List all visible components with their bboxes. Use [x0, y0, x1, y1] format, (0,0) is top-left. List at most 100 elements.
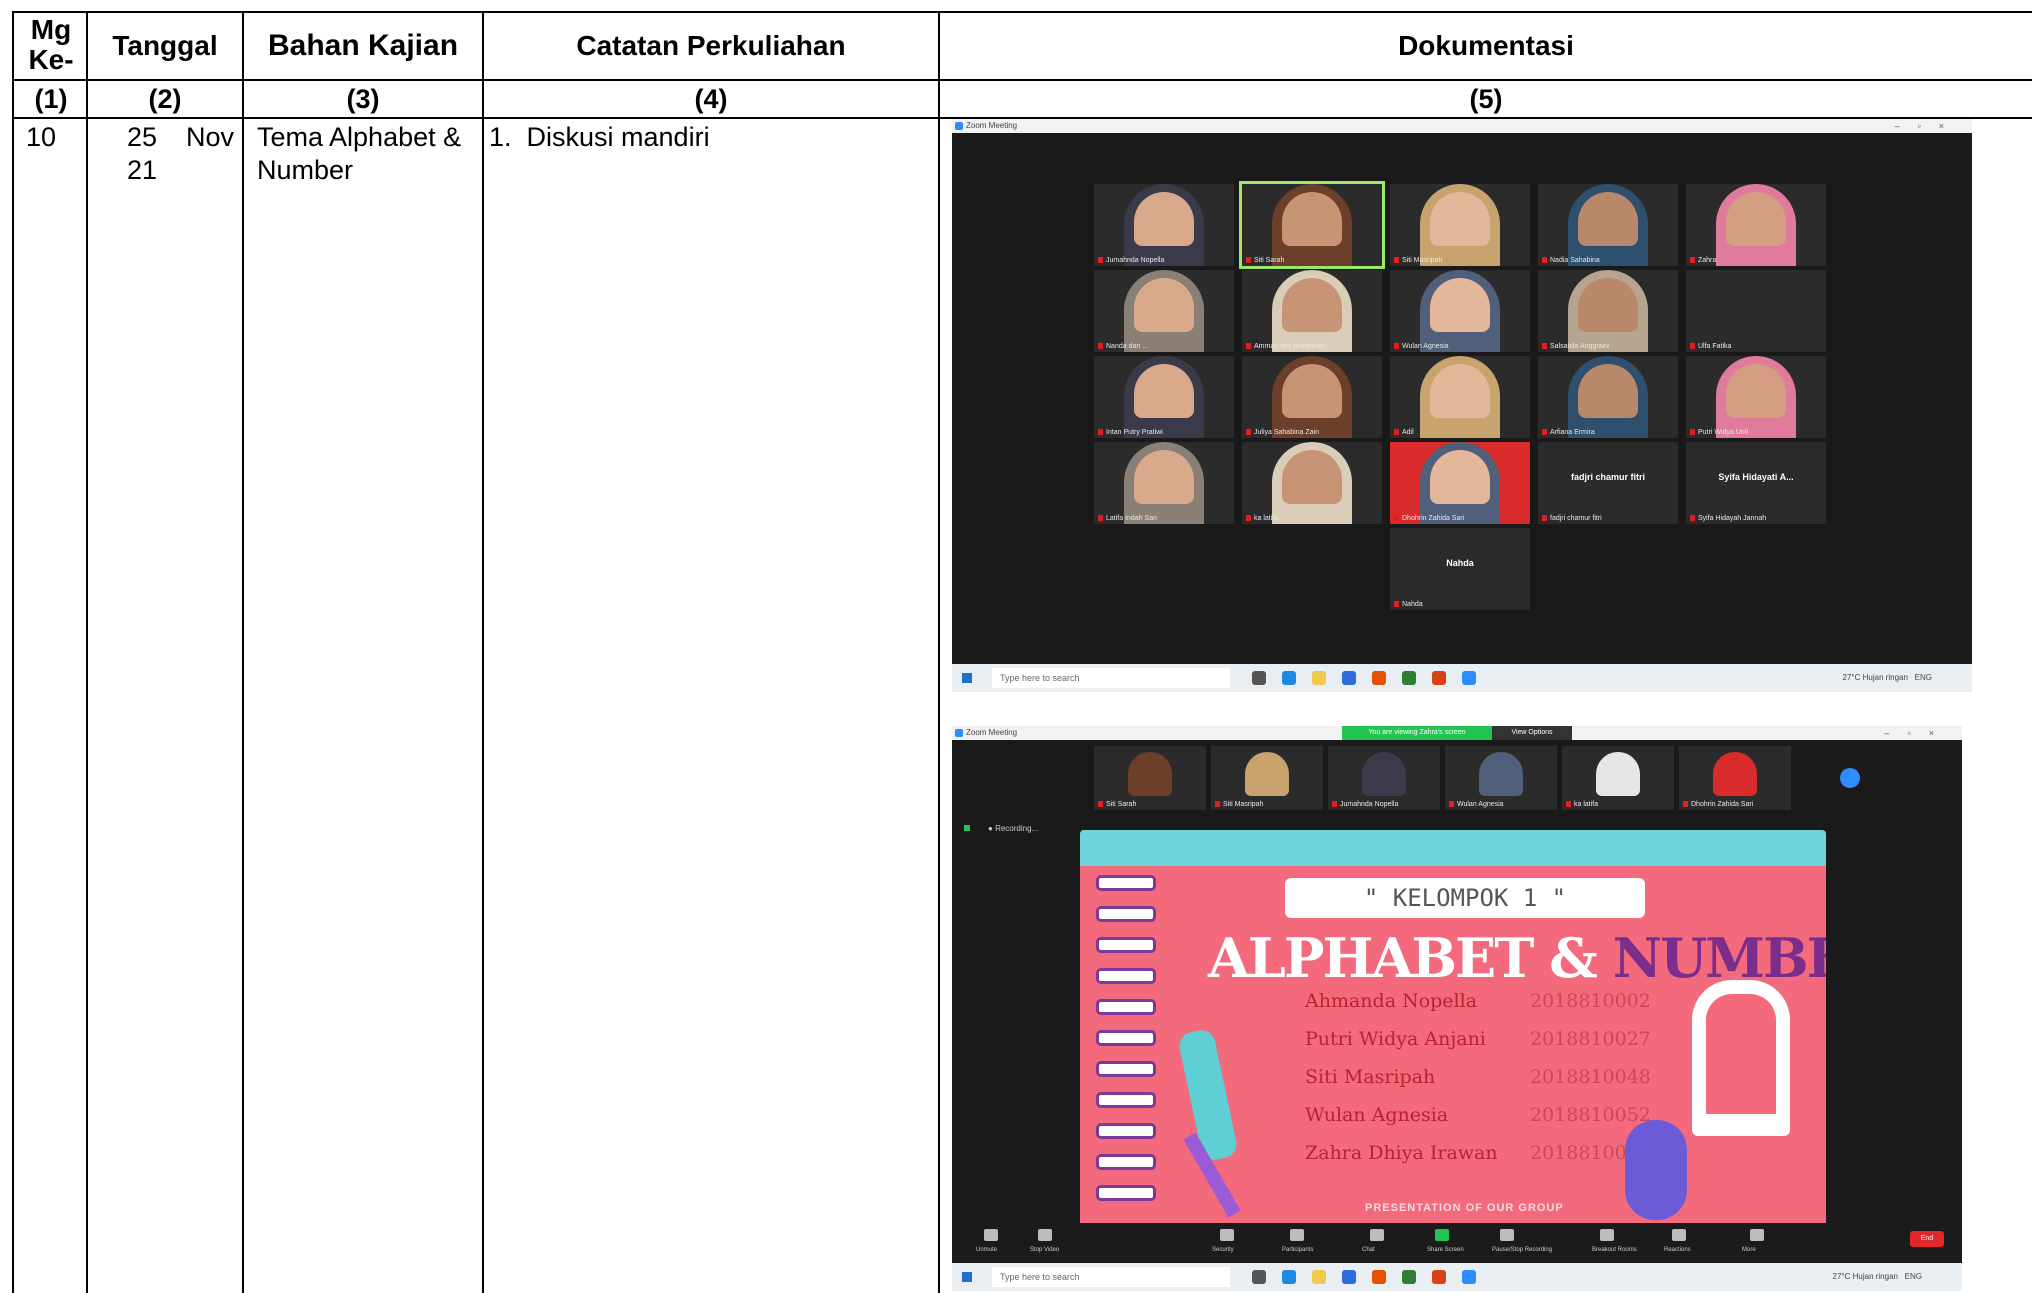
end-meeting-button: End [1910, 1231, 1944, 1247]
control-label: Reactions [1664, 1247, 1691, 1253]
participant-name: Salsabila Anggraini [1542, 343, 1610, 350]
participant-name: Juliya Sahabina Zain [1246, 429, 1319, 436]
windows-start-icon [962, 673, 972, 683]
week-number: 10 [26, 122, 57, 152]
participant-face [1479, 752, 1523, 796]
system-tray: 27°C Hujan ringan ENG [1832, 1272, 1922, 1281]
lecture-notes: 1. Diskusi mandiri [489, 122, 710, 152]
number-two-character [1692, 980, 1790, 1136]
zoom-logo-icon [955, 729, 963, 737]
control-icon [1600, 1229, 1614, 1241]
participant-name: Nanda dan ... [1098, 343, 1148, 350]
participant-name: Ulfa Fatika [1690, 343, 1731, 350]
participant-name: Jumahnda Nopella [1098, 257, 1164, 264]
window-title: Zoom Meeting [966, 728, 1018, 737]
control-icon [1500, 1229, 1514, 1241]
participant-name: Siti Sarah [1098, 801, 1136, 808]
participant-tile: Dhohrin Zahida Sari [1390, 442, 1530, 524]
spiral-ring [1096, 968, 1156, 984]
participant-tile: Salsabila Anggraini [1538, 270, 1678, 352]
participant-face [1430, 192, 1490, 246]
spiral-ring [1096, 906, 1156, 922]
participant-name: Jumahnda Nopella [1332, 801, 1398, 808]
zoom-logo-icon [955, 122, 963, 130]
participant-tile: Wulan Agnesia [1445, 746, 1557, 810]
zoom-screenshare-screenshot: Zoom Meeting You are viewing Zahra's scr… [952, 726, 1962, 1291]
header-date: Tanggal [112, 30, 218, 61]
col-number: (3) [346, 84, 380, 114]
participant-face [1596, 752, 1640, 796]
participant-tile: Siti Masripah [1390, 184, 1530, 266]
participant-face [1282, 364, 1342, 418]
control-label: Stop Video [1030, 1247, 1060, 1253]
taskbar-search: Type here to search [992, 668, 1230, 688]
participant-tile: Nadia Sahabina [1538, 184, 1678, 266]
participant-tile: Siti Sarah [1094, 746, 1206, 810]
participant-name: Siti Sarah [1246, 257, 1284, 264]
window-controls: –▫× [1884, 728, 1952, 738]
member-row: Siti Masripah 2018810048 [1305, 1066, 1651, 1104]
participant-name: Adil [1394, 429, 1414, 436]
member-name: Wulan Agnesia [1305, 1104, 1449, 1126]
participant-tile: Intan Putry Pratiwi [1094, 356, 1234, 438]
date-month: Nov [186, 122, 235, 152]
participant-name: Arfiana Ermira [1542, 429, 1595, 436]
participant-tile: Adil [1390, 356, 1530, 438]
participant-face [1578, 192, 1638, 246]
col-number: (5) [1469, 84, 1503, 114]
control-icon [1435, 1229, 1449, 1241]
participant-face [1282, 278, 1342, 332]
participant-name: fadjri chamur fitri [1542, 515, 1602, 522]
participant-name: Wulan Agnesia [1394, 343, 1449, 350]
participant-tile: Jumahnda Nopella [1328, 746, 1440, 810]
participant-tile: Dhohrin Zahida Sari [1679, 746, 1791, 810]
zoom-gallery-screenshot: Zoom Meeting –▫× Jumahnda Nopella Siti Sa… [952, 119, 1972, 692]
member-id: 2018810052 [1530, 1104, 1651, 1126]
control-icon [1038, 1229, 1052, 1241]
member-name: Siti Masripah [1305, 1066, 1436, 1088]
participant-display-name: Syifa Hidayati A... [1718, 472, 1794, 482]
spiral-ring [1096, 1185, 1156, 1201]
windows-taskbar: Type here to search 27°C Hujan ringan EN… [952, 1263, 1962, 1291]
member-name: Putri Widya Anjani [1305, 1028, 1486, 1050]
control-label: Chat [1362, 1247, 1375, 1253]
member-row: Wulan Agnesia 2018810052 [1305, 1104, 1651, 1142]
control-icon [1370, 1229, 1384, 1241]
participant-face [1245, 752, 1289, 796]
control-icon [1750, 1229, 1764, 1241]
slide-footer: PRESENTATION OF OUR GROUP [1365, 1202, 1564, 1214]
member-name: Ahmanda Nopella [1305, 990, 1478, 1012]
date-year: 21 [127, 155, 158, 185]
participant-tile: Ulfa Fatika [1686, 270, 1826, 352]
control-label: Breakout Rooms [1592, 1247, 1637, 1253]
member-row: Ahmanda Nopella 2018810002 [1305, 990, 1651, 1028]
row-divider [14, 79, 2032, 81]
system-tray: 27°C Hujan ringan ENG [1842, 673, 1932, 682]
number-eight-character [1625, 1120, 1687, 1220]
participant-tile: ka latifa [1562, 746, 1674, 810]
control-icon [1220, 1229, 1234, 1241]
header-week: Mg Ke- [28, 14, 74, 75]
header-documentation: Dokumentasi [1398, 30, 1574, 61]
member-id: 2018810002 [1530, 990, 1651, 1012]
participant-tile: Arfiana Ermira [1538, 356, 1678, 438]
recording-indicator: ● Recording... [964, 824, 1038, 833]
spiral-ring [1096, 999, 1156, 1015]
participant-face [1578, 278, 1638, 332]
control-label: Pause/Stop Recording [1492, 1247, 1553, 1253]
control-label: Unmute [976, 1247, 998, 1253]
column-divider [86, 13, 88, 1293]
participant-face [1282, 192, 1342, 246]
participant-name: Siti Masripah [1394, 257, 1442, 264]
participant-face [1430, 450, 1490, 504]
windows-start-icon [962, 1272, 972, 1282]
participant-name: Dhohrin Zahida Sari [1683, 801, 1753, 808]
participant-name: Latifa Indah Sari [1098, 515, 1157, 522]
participant-tile: Jumahnda Nopella [1094, 184, 1234, 266]
spiral-ring [1096, 1123, 1156, 1139]
date-day: 25 [127, 122, 158, 152]
participant-tile: Siti Sarah [1239, 181, 1385, 269]
participant-name: Intan Putry Pratiwi [1098, 429, 1163, 436]
col-number: (2) [148, 84, 182, 114]
column-divider [242, 13, 244, 1293]
